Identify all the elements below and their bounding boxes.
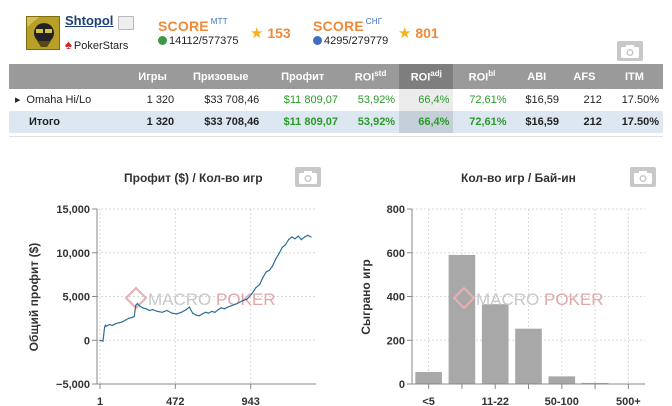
bar [515,328,542,384]
buyin-bar-chart: MACRO POKER 800 600 400 200 0 <5 11-22 50-100 50… [359,204,645,406]
x-tick-label: 11-22 [481,396,509,406]
x-tick-label: <5 [422,396,435,406]
y-tick-label: 200 [387,335,405,347]
y-tick-label: 800 [387,204,405,216]
buyin-ylabel: Сыграно игр [359,259,373,335]
y-tick-label: 0 [399,379,405,391]
chart-watermark: MACRO POKER [452,286,604,310]
bar [415,371,442,384]
x-tick-label: 500+ [616,396,641,406]
watermark-macro: MACRO [476,290,539,309]
bar [448,254,476,384]
x-tick-label: 50-100 [545,396,579,406]
bar [548,376,576,384]
watermark-poker: POKER [544,290,604,309]
y-tick-label: 400 [387,292,405,304]
bar [481,304,509,384]
y-tick-label: 600 [387,248,405,260]
